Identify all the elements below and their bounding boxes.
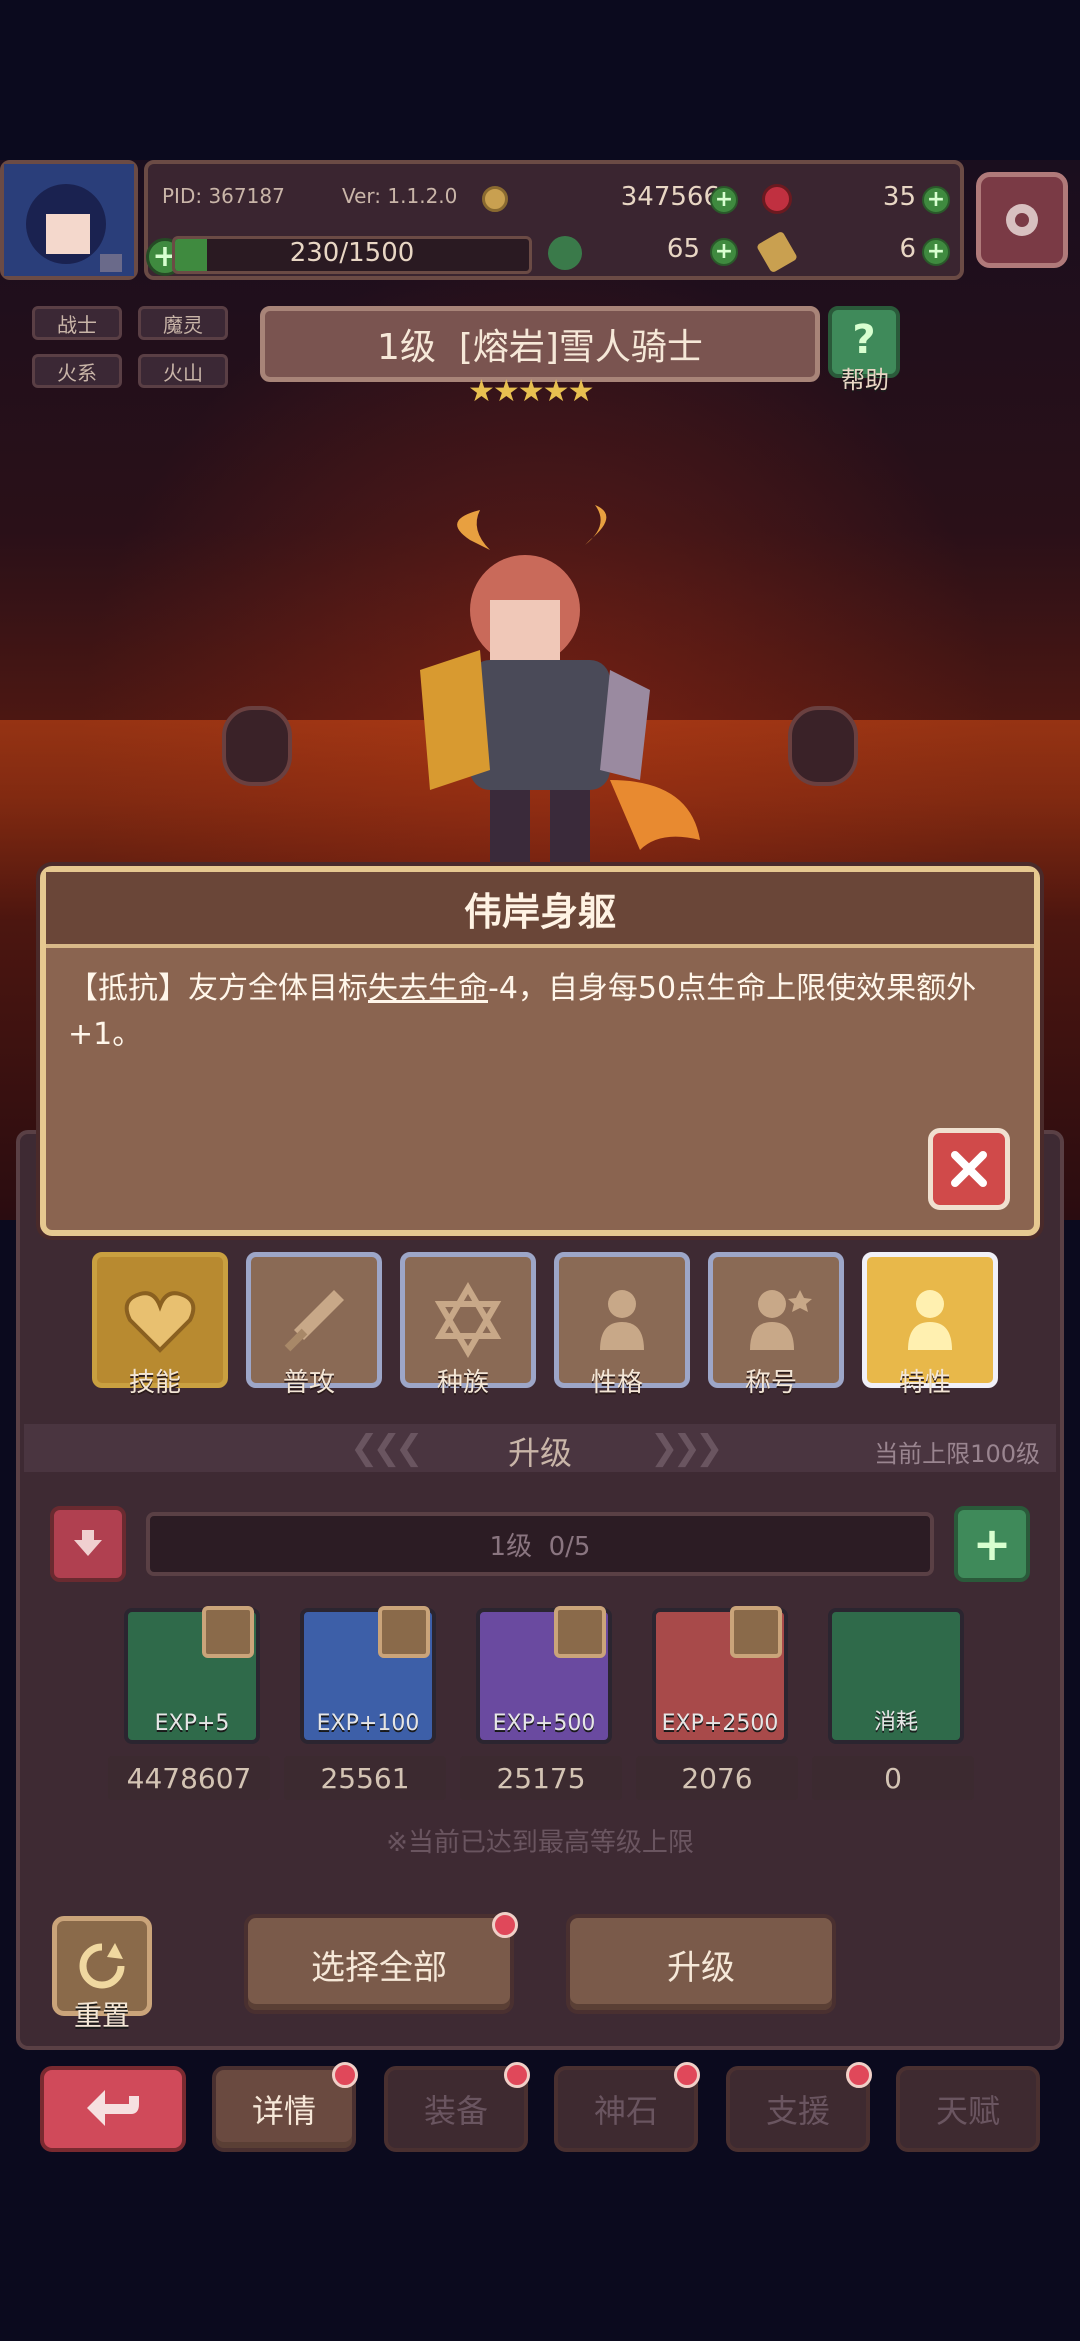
close-icon bbox=[951, 1151, 987, 1187]
key-amount: 6 bbox=[899, 234, 916, 264]
tab-personality[interactable]: 性格 bbox=[554, 1252, 690, 1399]
tab-trait[interactable]: 特性 bbox=[862, 1252, 998, 1399]
lock-badge-icon bbox=[730, 1606, 782, 1658]
clover-amount: 65 bbox=[666, 234, 700, 264]
arrow-down-icon bbox=[74, 1530, 102, 1556]
trait-popup: 伟岸身躯 【抵抗】友方全体目标失去生命-4，自身每50点生命上限使效果额外+1。 bbox=[40, 866, 1040, 1236]
material-label: EXP+5 bbox=[154, 1711, 230, 1736]
add-clover-button[interactable]: + bbox=[710, 238, 738, 266]
coin-icon: 消耗 bbox=[828, 1608, 964, 1744]
add-gold-button[interactable]: + bbox=[710, 186, 738, 214]
material-count: 2076 bbox=[636, 1756, 798, 1800]
help-label: 帮助 bbox=[841, 366, 889, 394]
gold-amount: 347566 bbox=[620, 182, 720, 212]
tab-label: 称号 bbox=[744, 1368, 797, 1398]
back-arrow-icon bbox=[87, 2090, 139, 2126]
desc-link[interactable]: 失去生命 bbox=[368, 971, 488, 1006]
tab-label: 特性 bbox=[898, 1368, 951, 1398]
star-rating: ★★★★★ bbox=[468, 374, 594, 409]
clover-icon bbox=[548, 236, 582, 270]
next-character-button[interactable] bbox=[788, 706, 858, 786]
tab-label: 种族 bbox=[436, 1368, 489, 1398]
refresh-icon bbox=[79, 1943, 125, 1989]
tab-skill[interactable]: 技能 bbox=[92, 1252, 228, 1399]
desc-prefix: 【抵抗】友方全体目标 bbox=[68, 971, 368, 1006]
level-limit-text: 当前上限100级 bbox=[874, 1440, 1040, 1468]
gem-amount: 35 bbox=[882, 182, 916, 212]
max-level-notice: ※当前已达到最高等级上限 bbox=[386, 1828, 694, 1858]
notification-dot bbox=[504, 2062, 530, 2088]
level-progress-bar: 1级 0/5 bbox=[146, 1512, 934, 1576]
material-label: EXP+500 bbox=[492, 1711, 596, 1736]
add-key-button[interactable]: + bbox=[922, 238, 950, 266]
select-all-button[interactable]: 选择全部 bbox=[244, 1914, 514, 2014]
tab-race[interactable]: 种族 bbox=[400, 1252, 536, 1399]
material-label: EXP+2500 bbox=[661, 1711, 779, 1736]
popup-description: 【抵抗】友方全体目标失去生命-4，自身每50点生命上限使效果额外+1。 bbox=[46, 948, 1034, 1058]
upgrade-button[interactable]: 升级 bbox=[566, 1914, 836, 2014]
reset-label: 重置 bbox=[73, 1999, 130, 2032]
material-count: 4478607 bbox=[108, 1756, 270, 1800]
stamina-text: 230/1500 bbox=[289, 238, 415, 268]
upgrade-section-title: 升级 bbox=[507, 1434, 572, 1472]
material-count: 25561 bbox=[284, 1756, 446, 1800]
gold-coin-icon bbox=[482, 186, 508, 212]
close-button[interactable] bbox=[928, 1128, 1010, 1210]
prev-character-button[interactable] bbox=[222, 706, 292, 786]
lock-badge-icon bbox=[554, 1606, 606, 1658]
tab-label: 技能 bbox=[128, 1368, 181, 1398]
popup-title: 伟岸身躯 bbox=[46, 872, 1034, 948]
add-gem-button[interactable]: + bbox=[922, 186, 950, 214]
character-title: 1级 [熔岩]雪人骑士 bbox=[260, 306, 820, 382]
level-down-button[interactable] bbox=[50, 1506, 126, 1582]
tab-attack[interactable]: 普攻 bbox=[246, 1252, 382, 1399]
gear-icon bbox=[1006, 204, 1038, 236]
player-id: PID: 367187 bbox=[162, 184, 285, 208]
material-count: 25175 bbox=[460, 1756, 622, 1800]
avatar-portrait bbox=[4, 164, 134, 276]
character-sprite bbox=[420, 505, 700, 890]
tab-label: 普攻 bbox=[282, 1368, 335, 1398]
notification-dot bbox=[492, 1912, 518, 1938]
tag-class: 战士 bbox=[32, 306, 122, 340]
material-label: 消耗 bbox=[873, 1710, 918, 1735]
tab-label: 性格 bbox=[590, 1368, 643, 1398]
chevron-right-icon: ❯❯❯ bbox=[650, 1428, 724, 1468]
material-cost: 消耗 bbox=[828, 1608, 964, 1744]
chevron-left-icon: ❮❮❮ bbox=[350, 1428, 424, 1468]
lock-badge-icon bbox=[202, 1606, 254, 1658]
version-label: Ver: 1.1.2.0 bbox=[342, 184, 458, 208]
nav-talent[interactable]: 天赋 bbox=[896, 2066, 1040, 2152]
material-label: EXP+100 bbox=[316, 1711, 420, 1736]
cost-count: 0 bbox=[812, 1756, 974, 1800]
tag-element: 火系 bbox=[32, 354, 122, 388]
tab-title[interactable]: 称号 bbox=[708, 1252, 844, 1399]
settings-button[interactable] bbox=[976, 172, 1068, 268]
notification-dot bbox=[332, 2062, 358, 2088]
back-button[interactable] bbox=[40, 2066, 186, 2152]
notification-dot bbox=[674, 2062, 700, 2088]
tag-race: 魔灵 bbox=[138, 306, 228, 340]
lock-badge-icon bbox=[378, 1606, 430, 1658]
notification-dot bbox=[846, 2062, 872, 2088]
avatar[interactable] bbox=[0, 160, 138, 280]
level-up-plus-button[interactable]: + bbox=[954, 1506, 1030, 1582]
ruby-gem-icon bbox=[762, 184, 792, 214]
tag-origin: 火山 bbox=[138, 354, 228, 388]
